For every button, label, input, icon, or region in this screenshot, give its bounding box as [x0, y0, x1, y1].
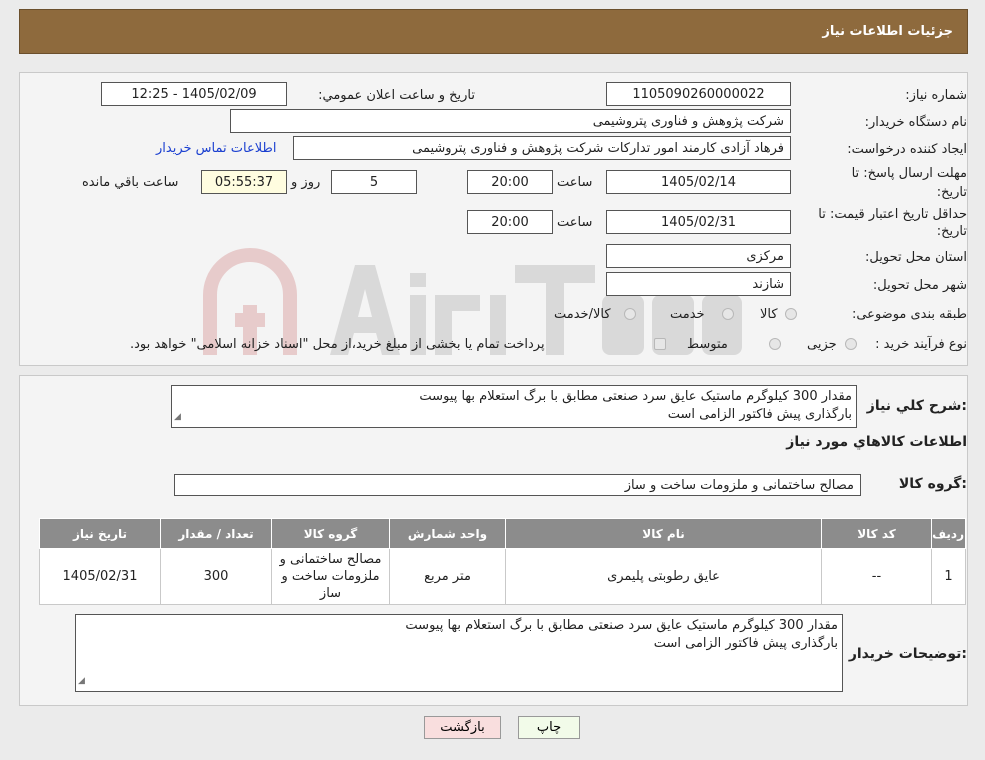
buyer-notes-line-2: بارگذاری پیش فاکتور الزامی است [653, 636, 838, 651]
days-field: 5 [331, 170, 417, 194]
remaining-label: ساعت باقي مانده [82, 175, 179, 190]
buyer-org-field: شرکت پژوهش و فناوری پتروشیمی [230, 109, 791, 133]
deadline-time-field: 20:00 [467, 170, 553, 194]
contact-buyer-link[interactable]: اطلاعات تماس خریدار [156, 141, 276, 156]
items-table: ردیف کد کالا نام کالا واحد شمارش گروه کا… [39, 518, 966, 605]
city-field: شازند [606, 272, 791, 296]
col-header-unit: واحد شمارش [389, 518, 506, 549]
validity-time-label: ساعت [557, 215, 593, 230]
creator-field: فرهاد آزادی کارمند امور تدارکات شرکت پژو… [293, 136, 791, 160]
validity-label-date: تاریخ: [936, 224, 967, 239]
items-table-wrap: ردیف کد کالا نام کالا واحد شمارش گروه کا… [39, 518, 966, 605]
col-header-name: نام کالا [505, 518, 822, 549]
process-option-minor: جزیی [807, 337, 837, 352]
validity-date-field: 1405/02/31 [606, 210, 791, 234]
announce-label: تاریخ و ساعت اعلان عمومي: [318, 88, 475, 103]
cell-group: مصالح ساختمانی و ملزومات ساخت و ساز [271, 548, 390, 605]
col-header-code: کد کالا [821, 518, 932, 549]
goods-group-field: مصالح ساختمانی و ملزومات ساخت و ساز [174, 474, 861, 496]
back-button[interactable]: بازگشت [424, 716, 501, 739]
table-row: 1 -- عایق رطوبتی پلیمری متر مربع مصالح س… [39, 548, 966, 605]
deadline-time-label: ساعت [557, 175, 593, 190]
cell-code: -- [821, 548, 932, 605]
cell-row-no: 1 [931, 548, 966, 605]
buyer-notes-label: توضیحات خریدار: [848, 646, 967, 662]
buyer-org-label: نام دستگاه خریدار: [864, 115, 967, 130]
announce-field: 1405/02/09 - 12:25 [101, 82, 287, 106]
cell-quantity: 300 [160, 548, 272, 605]
description-line-1: مقدار 300 کیلوگرم ماستیک عایق سرد صنعتی … [419, 389, 852, 404]
description-textarea[interactable]: مقدار 300 کیلوگرم ماستیک عایق سرد صنعتی … [171, 385, 857, 428]
process-note: پرداخت تمام یا بخشی از مبلغ خرید،از محل … [130, 337, 545, 352]
need-number-field: 1105090260000022 [606, 82, 791, 106]
validity-time-field: 20:00 [467, 210, 553, 234]
process-label: نوع فرآیند خرید : [875, 337, 967, 352]
days-label: روز و [291, 175, 321, 190]
category-label: طبقه بندی موضوعی: [851, 307, 967, 322]
goods-section-title: اطلاعات کالاهاي مورد نیاز [786, 434, 967, 450]
deadline-label: مهلت ارسال پاسخ: تا [851, 166, 967, 181]
items-table-header: ردیف کد کالا نام کالا واحد شمارش گروه کا… [39, 518, 966, 549]
page-header: جزئیات اطلاعات نیاز [19, 9, 968, 54]
resize-grip-icon[interactable]: ◢ [78, 672, 85, 690]
category-option-service: خدمت [670, 307, 705, 322]
process-option-medium: متوسط [687, 337, 728, 352]
deadline-date-field: 1405/02/14 [606, 170, 791, 194]
creator-label: ایجاد کننده درخواست: [847, 142, 967, 157]
process-radio-minor[interactable] [845, 338, 857, 350]
cell-unit: متر مربع [389, 548, 506, 605]
col-header-group: گروه کالا [271, 518, 390, 549]
remaining-time-field: 05:55:37 [201, 170, 287, 194]
category-option-goods-service: کالا/خدمت [554, 307, 611, 322]
process-radio-medium[interactable] [769, 338, 781, 350]
goods-group-label: گروه کالا: [898, 476, 967, 492]
category-radio-goods[interactable] [785, 308, 797, 320]
page-title: جزئیات اطلاعات نیاز [822, 24, 953, 39]
col-header-row-no: ردیف [931, 518, 966, 549]
province-label: استان محل تحویل: [865, 250, 967, 265]
validity-label: حداقل تاریخ اعتبار قیمت: تا [818, 207, 967, 222]
category-option-goods: کالا [760, 307, 778, 322]
buyer-notes-line-1: مقدار 300 کیلوگرم ماستیک عایق سرد صنعتی … [405, 618, 838, 633]
description-line-2: بارگذاری پیش فاکتور الزامی است [667, 407, 852, 422]
buyer-notes-textarea[interactable]: مقدار 300 کیلوگرم ماستیک عایق سرد صنعتی … [75, 614, 843, 692]
resize-grip-icon[interactable]: ◢ [174, 408, 181, 426]
col-header-need-date: تاریخ نیاز [39, 518, 161, 549]
deadline-label-date: تاریخ: [936, 185, 967, 200]
col-header-quantity: تعداد / مقدار [160, 518, 272, 549]
province-field: مرکزی [606, 244, 791, 268]
treasury-checkbox[interactable] [654, 338, 666, 350]
description-label: شرح کلي نیاز: [866, 398, 967, 414]
category-radio-goods-service[interactable] [624, 308, 636, 320]
city-label: شهر محل تحویل: [872, 278, 967, 293]
need-number-label: شماره نیاز: [905, 88, 967, 103]
cell-name: عایق رطوبتی پلیمری [505, 548, 822, 605]
print-button[interactable]: چاپ [518, 716, 580, 739]
category-radio-service[interactable] [722, 308, 734, 320]
cell-need-date: 1405/02/31 [39, 548, 161, 605]
